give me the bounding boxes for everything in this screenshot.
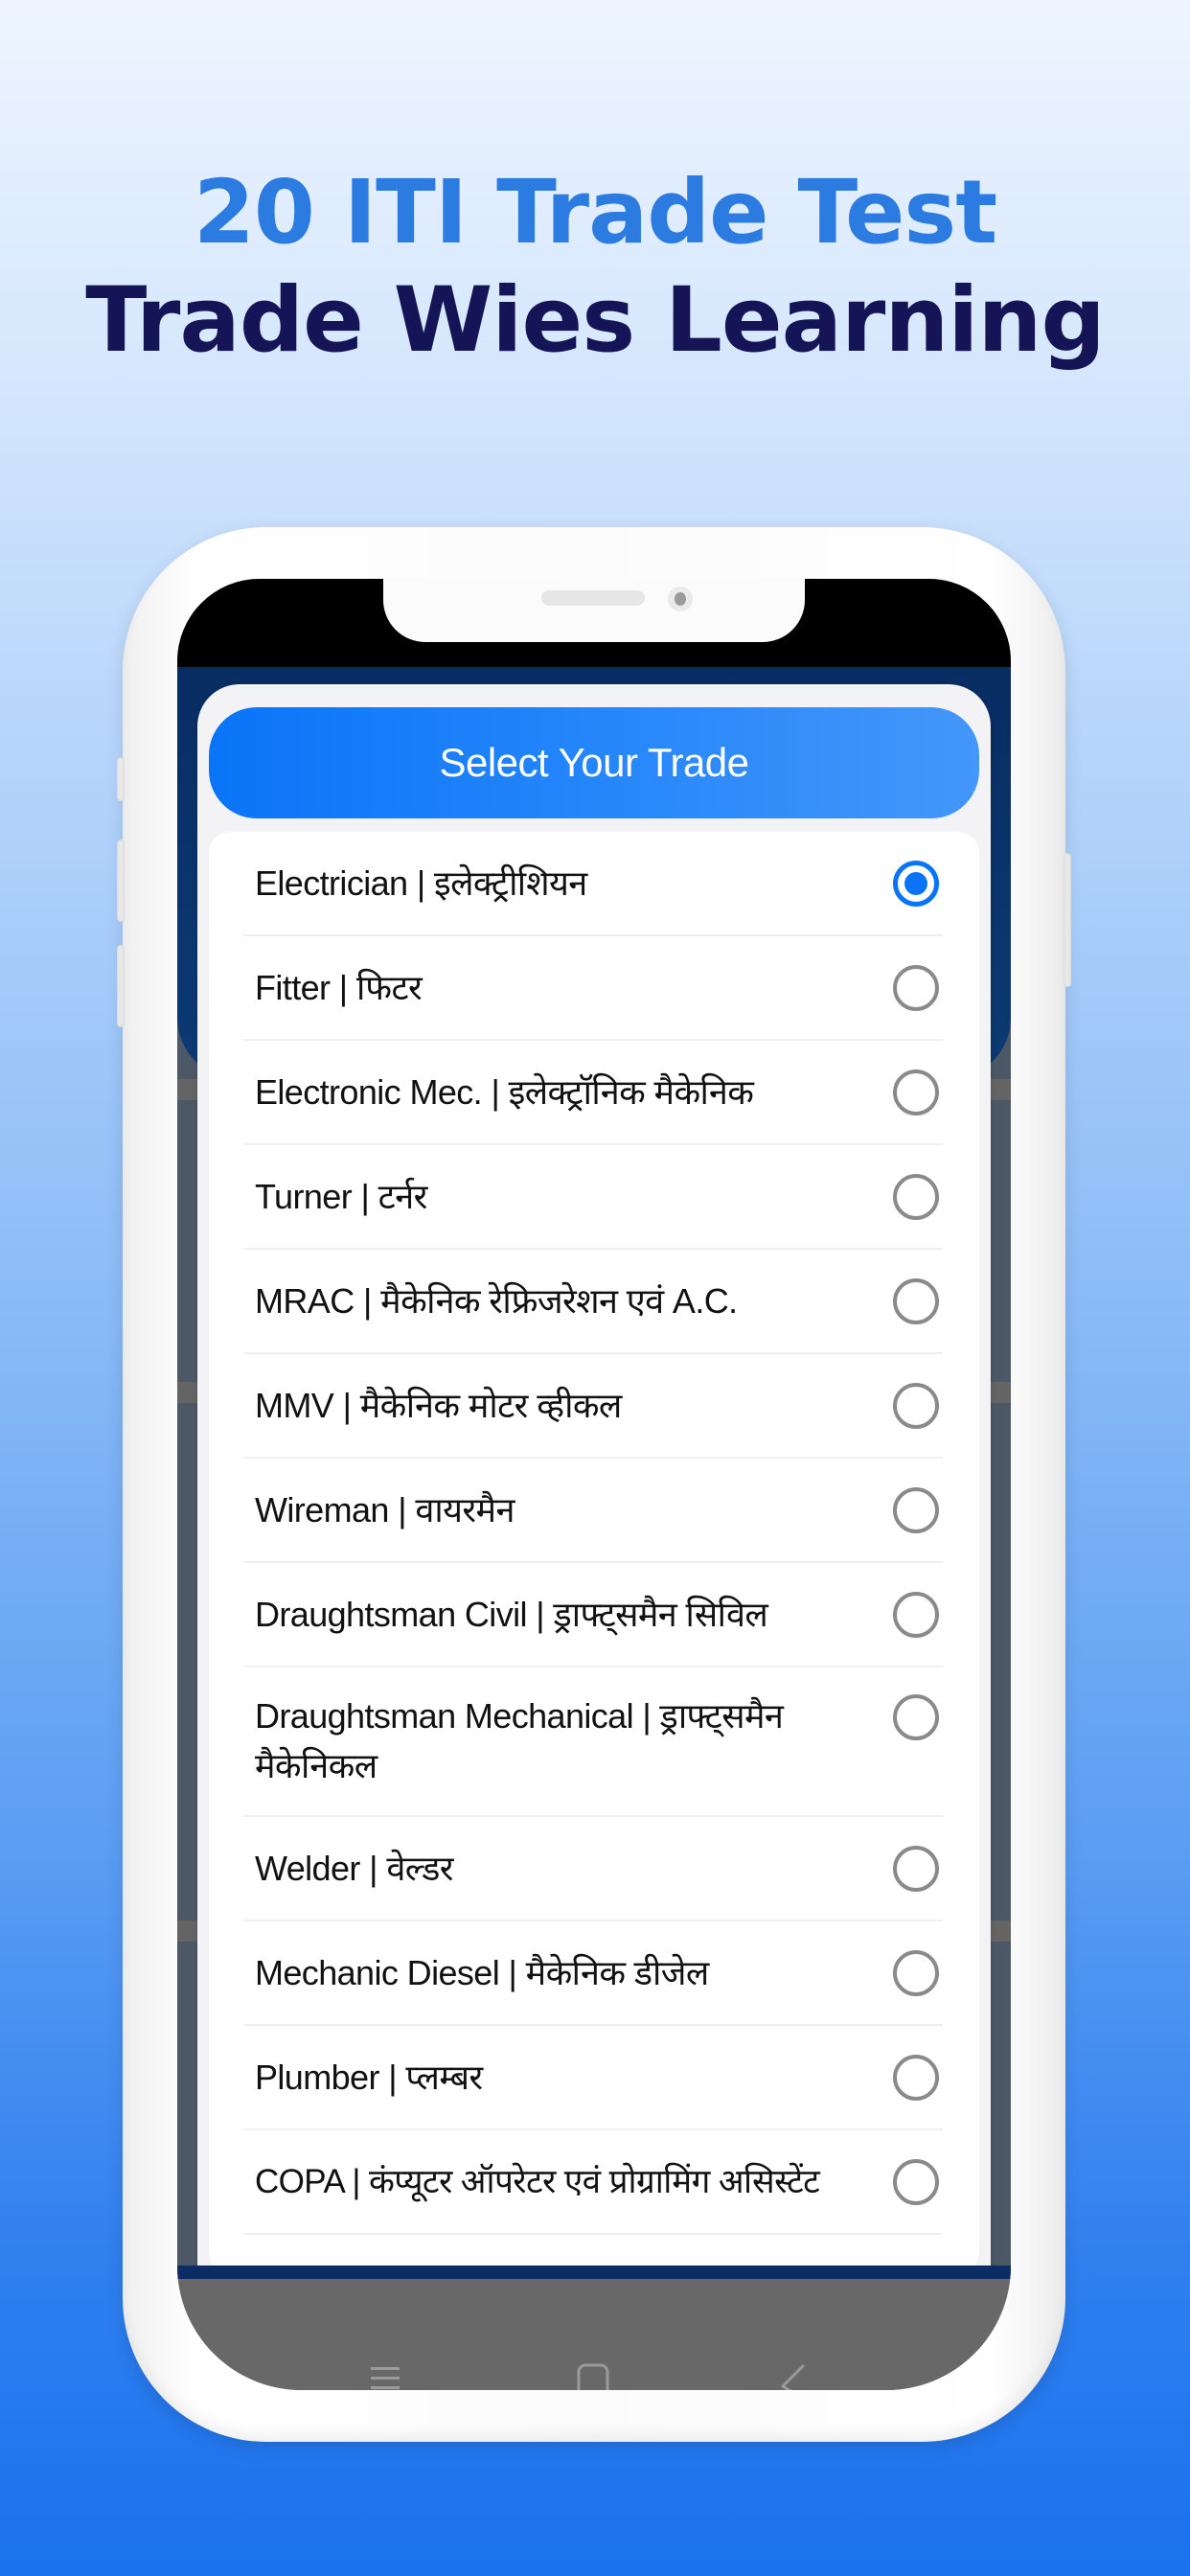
trade-option-label: Draughtsman Mechanical | ड्राफ्ट्समैन मै… bbox=[255, 1696, 784, 1785]
trade-option-plumber[interactable]: Plumber | प्लम्बर bbox=[243, 2026, 943, 2130]
trade-option-label: Wireman | वायरमैन bbox=[255, 1489, 515, 1530]
trade-option-electronic-mec[interactable]: Electronic Mec. | इलेक्ट्रॉनिक मैकेनिक bbox=[243, 1041, 943, 1145]
trade-option-label: Turner | टर्नर bbox=[255, 1176, 427, 1216]
phone-mockup: Select Your Trade Electrician | इलेक्ट्र… bbox=[117, 527, 1071, 2442]
camera-icon bbox=[668, 586, 693, 611]
radio-unchecked-icon[interactable] bbox=[893, 1591, 939, 1638]
trade-option-label: MRAC | मैकेनिक रेफ्रिजरेशन एवं A.C. bbox=[255, 1280, 738, 1321]
phone-volume-down-button bbox=[117, 945, 125, 1027]
radio-unchecked-icon[interactable] bbox=[893, 1069, 939, 1116]
speaker-icon bbox=[541, 590, 645, 606]
trade-option-mechanic-diesel[interactable]: Mechanic Diesel | मैकेनिक डीजेल bbox=[243, 1921, 943, 2026]
trade-options-list: Electrician | इलेक्ट्रीशियन Fitter | फिट… bbox=[209, 832, 979, 2290]
trade-option-turner[interactable]: Turner | टर्नर bbox=[243, 1145, 943, 1250]
home-icon[interactable] bbox=[574, 2358, 612, 2390]
trade-option-label: COPA | कंप्यूटर ऑपरेटर एवं प्रोग्रामिंग … bbox=[255, 2162, 820, 2200]
trade-option-label: Electrician | इलेक्ट्रीशियन bbox=[255, 862, 587, 903]
radio-unchecked-icon[interactable] bbox=[893, 1949, 939, 1996]
radio-unchecked-icon[interactable] bbox=[893, 2054, 939, 2101]
trade-option-label: Electronic Mec. | इलेक्ट्रॉनिक मैकेनिक bbox=[255, 1071, 754, 1112]
app-footer-strip bbox=[177, 2266, 1011, 2279]
phone-screen: Select Your Trade Electrician | इलेक्ट्र… bbox=[177, 579, 1011, 2390]
radio-unchecked-icon[interactable] bbox=[893, 1486, 939, 1533]
trade-option-label: Draughtsman Civil | ड्राफ्ट्समैन सिविल bbox=[255, 1594, 768, 1634]
back-icon[interactable] bbox=[775, 2358, 813, 2390]
trade-option-electrician[interactable]: Electrician | इलेक्ट्रीशियन bbox=[243, 832, 943, 936]
radio-unchecked-icon[interactable] bbox=[893, 1277, 939, 1324]
radio-unchecked-icon[interactable] bbox=[893, 2158, 939, 2205]
menu-icon[interactable] bbox=[369, 2358, 401, 2390]
trade-option-mrac[interactable]: MRAC | मैकेनिक रेफ्रिजरेशन एवं A.C. bbox=[243, 1250, 943, 1354]
radio-checked-icon[interactable] bbox=[893, 860, 939, 907]
trade-option-label: Fitter | फिटर bbox=[255, 967, 423, 1007]
phone-power-button bbox=[1064, 853, 1071, 987]
phone-side-button bbox=[117, 757, 125, 801]
trade-option-label: MMV | मैकेनिक मोटर व्हीकल bbox=[255, 1385, 622, 1425]
trade-option-draughtsman-civil[interactable]: Draughtsman Civil | ड्राफ्ट्समैन सिविल bbox=[243, 1563, 943, 1668]
phone-notch bbox=[383, 579, 805, 642]
radio-unchecked-icon[interactable] bbox=[893, 1173, 939, 1220]
system-navigation-bar bbox=[177, 2266, 1011, 2390]
trade-option-mmv[interactable]: MMV | मैकेनिक मोटर व्हीकल bbox=[243, 1354, 943, 1459]
headline-line-1: 20 ITI Trade Test bbox=[193, 161, 997, 264]
select-trade-dialog: Select Your Trade Electrician | इलेक्ट्र… bbox=[197, 684, 991, 2313]
trade-option-welder[interactable]: Welder | वेल्डर bbox=[243, 1817, 943, 1921]
radio-unchecked-icon[interactable] bbox=[893, 1694, 939, 1740]
radio-unchecked-icon[interactable] bbox=[893, 1845, 939, 1892]
dialog-title: Select Your Trade bbox=[209, 707, 979, 818]
radio-unchecked-icon[interactable] bbox=[893, 964, 939, 1011]
trade-option-fitter[interactable]: Fitter | फिटर bbox=[243, 936, 943, 1041]
trade-option-label: Plumber | प्लम्बर bbox=[255, 2057, 483, 2097]
trade-option-draughtsman-mechanical[interactable]: Draughtsman Mechanical | ड्राफ्ट्समैन मै… bbox=[243, 1668, 943, 1817]
trade-option-label: Welder | वेल्डर bbox=[255, 1848, 454, 1888]
radio-unchecked-icon[interactable] bbox=[893, 1382, 939, 1429]
phone-volume-up-button bbox=[117, 840, 125, 922]
trade-option-wireman[interactable]: Wireman | वायरमैन bbox=[243, 1459, 943, 1563]
trade-option-label: Mechanic Diesel | मैकेनिक डीजेल bbox=[255, 1952, 709, 1992]
headline-line-2: Trade Wies Learning bbox=[85, 268, 1105, 373]
trade-option-copa[interactable]: COPA | कंप्यूटर ऑपरेटर एवं प्रोग्रामिंग … bbox=[243, 2130, 943, 2235]
